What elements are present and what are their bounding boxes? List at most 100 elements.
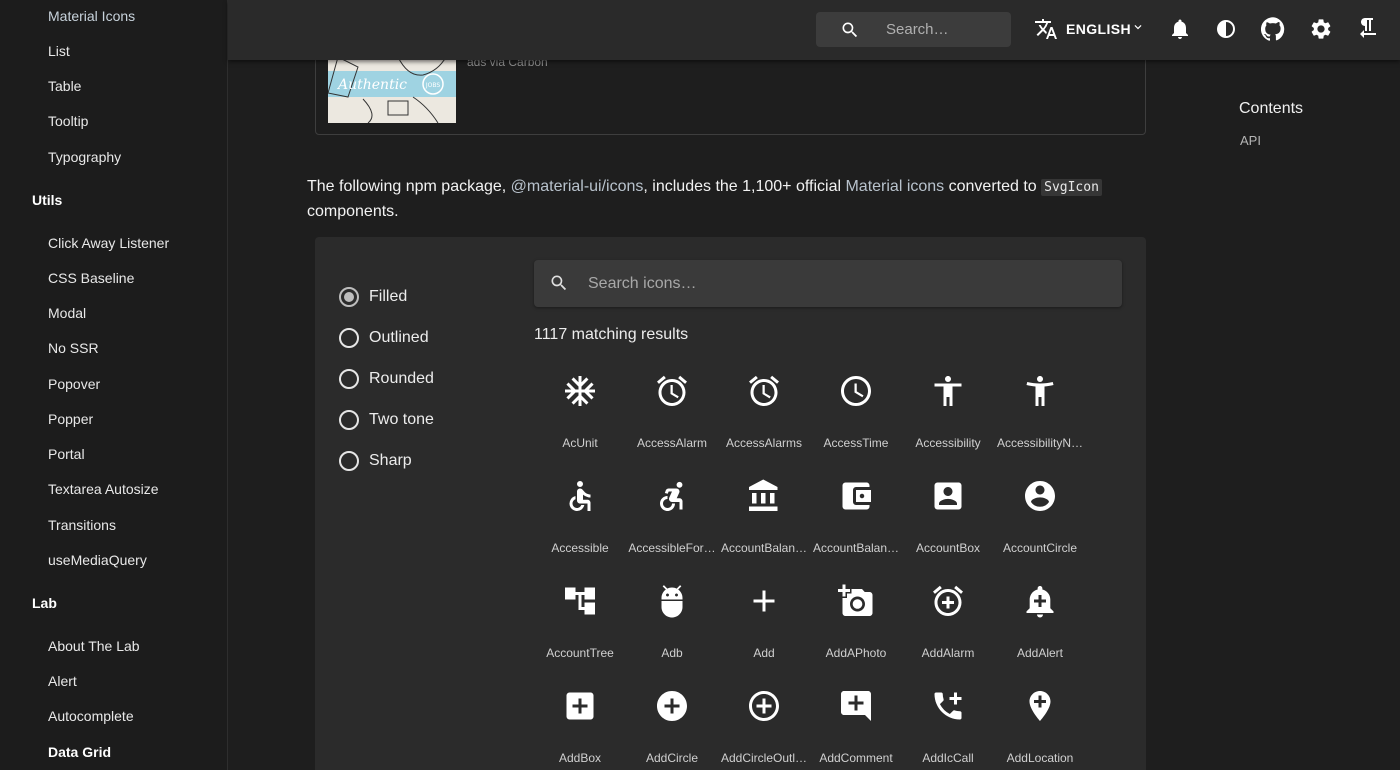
- accessible-icon[interactable]: [562, 478, 598, 514]
- icon-name: AddCircleOutl…: [720, 751, 808, 765]
- icon-tile[interactable]: AddCircleOutl…: [718, 688, 810, 770]
- sidebar-item-css-baseline[interactable]: CSS Baseline: [48, 270, 134, 286]
- icon-tile[interactable]: AccountBox: [902, 478, 994, 578]
- chevron-down-icon[interactable]: [1131, 20, 1145, 39]
- sidebar-section-lab[interactable]: Lab: [32, 595, 57, 611]
- sidebar-item-modal[interactable]: Modal: [48, 305, 86, 321]
- sidebar-item-list[interactable]: List: [48, 43, 70, 59]
- add-alarm-icon[interactable]: [930, 583, 966, 619]
- account-box-icon[interactable]: [930, 478, 966, 514]
- rtl-icon[interactable]: [1356, 17, 1380, 46]
- add-comment-icon[interactable]: [838, 688, 874, 724]
- language-button[interactable]: ENGLISH: [1066, 21, 1131, 37]
- radio-two-tone[interactable]: [339, 410, 359, 430]
- icon-name: AccountTree: [546, 646, 614, 660]
- sidebar-item-material-icons[interactable]: Material Icons: [48, 8, 135, 24]
- sidebar-item-usemediaquery[interactable]: useMediaQuery: [48, 552, 147, 568]
- add-location-icon[interactable]: [1022, 688, 1058, 724]
- sidebar-item-textarea-autosize[interactable]: Textarea Autosize: [48, 481, 159, 497]
- icon-tile[interactable]: AddAlarm: [902, 583, 994, 683]
- search-icon: [549, 273, 569, 298]
- icon-tile[interactable]: Accessibility: [902, 373, 994, 473]
- icon-tile[interactable]: AccessAlarms: [718, 373, 810, 473]
- radio-outlined[interactable]: [339, 328, 359, 348]
- icon-tile[interactable]: AddComment: [810, 688, 902, 770]
- icon-tile[interactable]: AccountCircle: [994, 478, 1086, 578]
- icon-tile[interactable]: AccountBalan…: [718, 478, 810, 578]
- contrast-icon[interactable]: [1214, 17, 1238, 46]
- icon-tile[interactable]: Add: [718, 583, 810, 683]
- sidebar-item-alert[interactable]: Alert: [48, 673, 77, 689]
- icon-search-input[interactable]: Search icons…: [588, 275, 697, 293]
- package-link[interactable]: @material-ui/icons: [511, 178, 644, 195]
- sidebar-item-no-ssr[interactable]: No SSR: [48, 340, 99, 356]
- icon-tile[interactable]: AccountTree: [534, 583, 626, 683]
- icon-tile[interactable]: AccountBalan…: [810, 478, 902, 578]
- icon-tile[interactable]: AddAPhoto: [810, 583, 902, 683]
- sidebar-item-click-away-listener[interactable]: Click Away Listener: [48, 235, 169, 251]
- account-balance-wallet-icon[interactable]: [838, 478, 874, 514]
- toc-link-api[interactable]: API: [1240, 133, 1261, 148]
- intro-text-2: , includes the 1,100+ official: [643, 178, 846, 195]
- settings-icon[interactable]: [1309, 17, 1333, 46]
- radio-rounded[interactable]: [339, 369, 359, 389]
- access-alarms-icon[interactable]: [746, 373, 782, 409]
- site-search-input[interactable]: Search…: [886, 21, 949, 38]
- account-circle-icon[interactable]: [1022, 478, 1058, 514]
- add-box-icon[interactable]: [562, 688, 598, 724]
- icon-name: Accessibility: [915, 436, 981, 450]
- accessible-forward-icon[interactable]: [654, 478, 690, 514]
- add-circle-icon[interactable]: [654, 688, 690, 724]
- translate-icon[interactable]: [1034, 17, 1058, 46]
- site-search[interactable]: Search…: [816, 12, 1011, 47]
- icon-tile[interactable]: AddIcCall: [902, 688, 994, 770]
- sidebar-item-data-grid[interactable]: Data Grid: [48, 744, 111, 760]
- add-circle-outline-icon[interactable]: [746, 688, 782, 724]
- icon-tile[interactable]: AccessibleFor…: [626, 478, 718, 578]
- icon-tile[interactable]: AccessAlarm: [626, 373, 718, 473]
- sidebar-section-utils[interactable]: Utils: [32, 192, 62, 208]
- sidebar-item-about-the-lab[interactable]: About The Lab: [48, 638, 140, 654]
- add-ic-call-icon[interactable]: [930, 688, 966, 724]
- icon-search-panel: Filled Outlined Rounded Two tone Sharp S…: [315, 237, 1146, 770]
- sidebar-item-transitions[interactable]: Transitions: [48, 517, 116, 533]
- sidebar-item-typography[interactable]: Typography: [48, 149, 121, 165]
- icon-name: AccessAlarm: [636, 436, 707, 450]
- icon-tile[interactable]: Adb: [626, 583, 718, 683]
- account-balance-icon[interactable]: [746, 478, 782, 514]
- icon-tile[interactable]: AccessTime: [810, 373, 902, 473]
- access-time-icon[interactable]: [838, 373, 874, 409]
- accessibility-icon[interactable]: [930, 373, 966, 409]
- adb-icon[interactable]: [654, 583, 690, 619]
- add-alert-icon[interactable]: [1022, 583, 1058, 619]
- theme-label-two-tone: Two tone: [369, 411, 434, 428]
- accessibility-new-icon[interactable]: [1022, 373, 1058, 409]
- notifications-icon[interactable]: [1168, 17, 1192, 46]
- add-a-photo-icon[interactable]: [838, 583, 874, 619]
- icon-tile[interactable]: Accessible: [534, 478, 626, 578]
- icon-tile[interactable]: AcUnit: [534, 373, 626, 473]
- sidebar-item-portal[interactable]: Portal: [48, 446, 85, 462]
- sidebar-item-tooltip[interactable]: Tooltip: [48, 113, 88, 129]
- ac-unit-icon[interactable]: [562, 373, 598, 409]
- access-alarm-icon[interactable]: [654, 373, 690, 409]
- theme-label-outlined: Outlined: [369, 329, 429, 346]
- icon-tile[interactable]: AccessibilityN…: [994, 373, 1086, 473]
- icon-tile[interactable]: AddAlert: [994, 583, 1086, 683]
- sidebar-item-popper[interactable]: Popper: [48, 411, 93, 427]
- sidebar-item-table[interactable]: Table: [48, 78, 81, 94]
- sidebar-item-autocomplete[interactable]: Autocomplete: [48, 708, 134, 724]
- icon-search-field[interactable]: Search icons…: [534, 260, 1122, 307]
- account-tree-icon[interactable]: [562, 583, 598, 619]
- material-icons-link[interactable]: Material icons: [845, 178, 944, 195]
- icon-tile[interactable]: AddCircle: [626, 688, 718, 770]
- ad-image[interactable]: JOBS Authentic: [328, 57, 456, 123]
- icon-name: AddCircle: [645, 751, 699, 765]
- add-icon[interactable]: [746, 583, 782, 619]
- sidebar-item-popover[interactable]: Popover: [48, 376, 100, 392]
- radio-sharp[interactable]: [339, 451, 359, 471]
- icon-tile[interactable]: AddLocation: [994, 688, 1086, 770]
- radio-filled[interactable]: [339, 287, 359, 307]
- icon-tile[interactable]: AddBox: [534, 688, 626, 770]
- github-icon[interactable]: [1260, 17, 1285, 46]
